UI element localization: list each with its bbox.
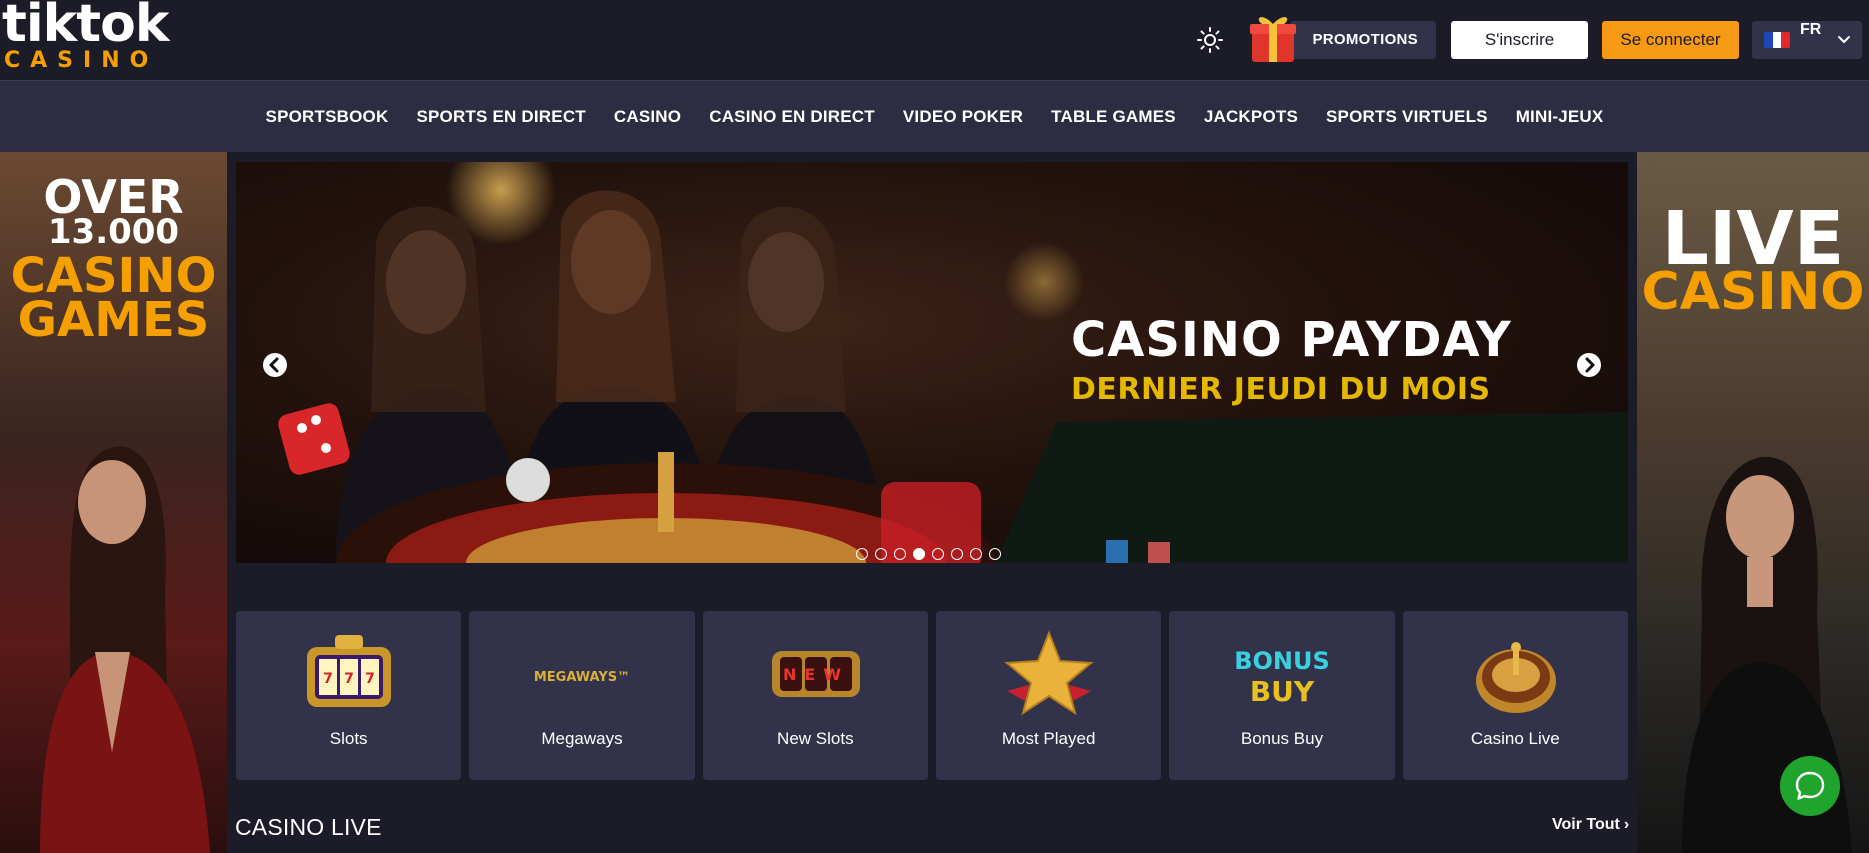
left-banner-line4: GAMES (17, 292, 210, 348)
carousel-dot[interactable] (970, 548, 982, 560)
nav-item-sports-virtuels[interactable]: SPORTS VIRTUELS (1326, 107, 1488, 127)
category-grid: 7 7 7 Slots MEGAWAYS™ Megaways NEW New S… (236, 611, 1628, 780)
left-banner-line2: 13.000 (47, 212, 180, 252)
star-ribbon-icon (1004, 630, 1094, 716)
login-button[interactable]: Se connecter (1602, 21, 1739, 59)
nav-item-casino[interactable]: CASINO (614, 107, 681, 127)
woman-figure-image (40, 446, 210, 853)
carousel-dot[interactable] (894, 548, 906, 560)
chat-button[interactable] (1780, 756, 1840, 816)
category-megaways[interactable]: MEGAWAYS™ Megaways (469, 611, 695, 780)
hero-subtitle: DERNIER JEUDI DU MOIS (1071, 372, 1491, 407)
chat-bubble-icon (1795, 771, 1825, 800)
promotions-button[interactable]: PROMOTIONS (1290, 21, 1436, 59)
svg-text:7: 7 (365, 671, 375, 687)
svg-text:7: 7 (344, 671, 354, 687)
carousel-prev-icon[interactable] (262, 352, 288, 378)
left-promo-banner[interactable]: OVER 13.000 CASINO GAMES (0, 152, 227, 853)
signup-button[interactable]: S'inscrire (1451, 21, 1588, 59)
language-code: FR (1800, 21, 1822, 38)
main-nav: SPORTSBOOK SPORTS EN DIRECT CASINO CASIN… (0, 80, 1869, 152)
logo-subtitle: CASINO (4, 48, 159, 73)
bonus-buy-icon: BONUS BUY (1235, 647, 1331, 708)
carousel-dot[interactable] (951, 548, 963, 560)
nav-item-sports-en-direct[interactable]: SPORTS EN DIRECT (416, 107, 585, 127)
category-new-slots[interactable]: NEW New Slots (702, 611, 928, 780)
section-title: CASINO LIVE (235, 814, 382, 840)
new-slots-reels-icon: NEW (771, 651, 860, 697)
svg-text:MEGAWAYS™: MEGAWAYS™ (534, 670, 630, 685)
nav-item-casino-en-direct[interactable]: CASINO EN DIRECT (709, 107, 875, 127)
see-all-link[interactable]: Voir Tout › (1552, 816, 1629, 834)
carousel-dots (856, 548, 1001, 560)
category-label: Megaways (541, 729, 623, 748)
category-casino-live[interactable]: Casino Live (1402, 611, 1628, 780)
megaways-logo-icon: MEGAWAYS™ (534, 670, 630, 685)
carousel-next-icon[interactable] (1576, 352, 1602, 378)
right-banner-line2: CASINO (1641, 262, 1865, 322)
nav-item-mini-jeux[interactable]: MINI-JEUX (1516, 107, 1604, 127)
svg-text:NEW: NEW (783, 665, 849, 684)
chevron-right-icon: › (1623, 816, 1630, 833)
svg-text:BONUS: BONUS (1235, 647, 1331, 675)
nav-item-sportsbook[interactable]: SPORTSBOOK (266, 107, 389, 127)
category-label: Casino Live (1470, 729, 1560, 748)
site-logo[interactable]: tiktok CASINO (2, 0, 172, 74)
roulette-wheel-icon (1475, 642, 1556, 713)
category-slots[interactable]: 7 7 7 Slots (236, 611, 462, 780)
category-label: Most Played (1001, 729, 1096, 748)
category-most-played[interactable]: Most Played (935, 611, 1162, 780)
carousel-dot[interactable] (932, 548, 944, 560)
gift-icon (1250, 17, 1296, 62)
slot-machine-icon: 7 7 7 (307, 635, 391, 707)
nav-item-video-poker[interactable]: VIDEO POKER (903, 107, 1023, 127)
chevron-down-icon (1838, 36, 1850, 44)
france-flag-icon (1764, 32, 1790, 48)
carousel-dot[interactable] (989, 548, 1001, 560)
svg-text:7: 7 (323, 671, 333, 687)
carousel-dot[interactable] (875, 548, 887, 560)
right-promo-banner[interactable]: LIVE CASINO (1637, 152, 1869, 853)
carousel-dot[interactable] (856, 548, 868, 560)
hero-title: CASINO PAYDAY (1071, 312, 1512, 368)
language-selector[interactable]: FR (1752, 21, 1862, 59)
carousel-dot-active[interactable] (913, 548, 925, 560)
nav-item-jackpots[interactable]: JACKPOTS (1204, 107, 1298, 127)
svg-text:BUY: BUY (1250, 675, 1315, 708)
category-bonus-buy[interactable]: BONUS BUY Bonus Buy (1169, 611, 1395, 780)
sun-icon[interactable] (1196, 26, 1224, 54)
logo-wordmark: tiktok (2, 0, 169, 54)
nav-item-table-games[interactable]: TABLE GAMES (1051, 107, 1176, 127)
category-label: New Slots (777, 729, 854, 748)
see-all-label: Voir Tout (1552, 816, 1620, 833)
category-label: Slots (329, 729, 368, 748)
site-header: tiktok CASINO PROMOTIONS S'inscrire Se c… (0, 0, 1869, 80)
category-label: Bonus Buy (1240, 729, 1324, 748)
hero-carousel[interactable]: CASINO PAYDAY DERNIER JEUDI DU MOIS (236, 162, 1628, 563)
